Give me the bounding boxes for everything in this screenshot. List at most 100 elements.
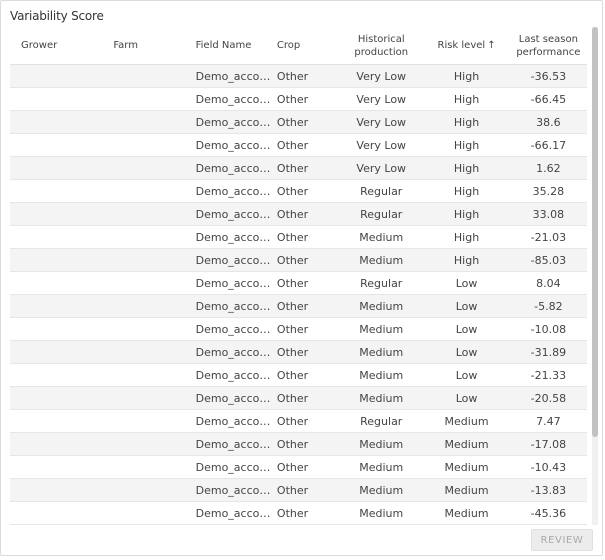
cell-last-season-performance: -10.43 — [509, 455, 587, 479]
table-row[interactable]: Demo_accou… Other Very Low High -36.53 — [10, 64, 587, 88]
table-row[interactable]: Demo_accou… Other Medium Medium -10.43 — [10, 455, 587, 479]
column-header-crop[interactable]: Crop — [276, 27, 340, 65]
cell-field-name: Demo_accou… — [194, 317, 277, 341]
cell-grower — [10, 455, 104, 479]
table-row[interactable]: Demo_accou… Other Very Low High -66.17 — [10, 133, 587, 157]
table-row[interactable]: Demo_accou… Other Medium High -21.03 — [10, 225, 587, 249]
table-scroll-area[interactable]: Grower Farm Field Name Crop Historical p… — [10, 27, 591, 525]
cell-grower — [10, 317, 104, 341]
cell-risk-level: High — [423, 202, 510, 226]
cell-crop: Other — [276, 317, 340, 341]
table-row[interactable]: Demo_accou… Other Regular High 33.08 — [10, 202, 587, 226]
cell-last-season-performance: -17.08 — [509, 432, 587, 456]
cell-last-season-performance: -66.45 — [509, 87, 587, 111]
table-row[interactable]: Demo_accou… Other Medium High -85.03 — [10, 248, 587, 272]
column-header-farm[interactable]: Farm — [103, 27, 195, 65]
cell-historical-production: Medium — [339, 386, 424, 410]
cell-crop: Other — [276, 202, 340, 226]
cell-field-name: Demo_accou… — [194, 409, 277, 433]
cell-crop: Other — [276, 64, 340, 88]
cell-historical-production: Medium — [339, 432, 424, 456]
cell-last-season-performance: -85.03 — [509, 248, 587, 272]
cell-grower — [10, 409, 104, 433]
table-row[interactable]: Demo_accou… Other Regular Low 8.04 — [10, 271, 587, 295]
cell-farm — [103, 271, 195, 295]
cell-farm — [103, 317, 195, 341]
table-row[interactable]: Demo_accou… Other Medium Low -21.33 — [10, 363, 587, 387]
table-row[interactable]: Demo_accou… Other Medium Low -31.89 — [10, 340, 587, 364]
cell-field-name: Demo_accou… — [194, 432, 277, 456]
cell-last-season-performance: -45.36 — [509, 501, 587, 525]
cell-field-name: Demo_accou… — [194, 64, 277, 88]
cell-crop: Other — [276, 386, 340, 410]
cell-last-season-performance: -10.08 — [509, 317, 587, 341]
cell-farm — [103, 478, 195, 502]
column-header-grower[interactable]: Grower — [10, 27, 104, 65]
cell-risk-level: Low — [423, 386, 510, 410]
cell-grower — [10, 110, 104, 134]
table-row[interactable]: Demo_accou… Other Medium Medium -13.83 — [10, 478, 587, 502]
cell-grower — [10, 478, 104, 502]
review-button[interactable]: REVIEW — [531, 529, 593, 551]
column-header-risk-level[interactable]: Risk level ↑ — [423, 27, 510, 65]
cell-last-season-performance: -36.53 — [509, 64, 587, 88]
column-header-historical-production[interactable]: Historical production — [339, 27, 424, 65]
cell-grower — [10, 340, 104, 364]
cell-risk-level: Low — [423, 363, 510, 387]
cell-historical-production: Very Low — [339, 133, 424, 157]
cell-historical-production: Medium — [339, 501, 424, 525]
cell-historical-production: Regular — [339, 271, 424, 295]
cell-farm — [103, 455, 195, 479]
cell-crop: Other — [276, 478, 340, 502]
vertical-scrollbar[interactable] — [592, 27, 598, 525]
column-header-label: Historical — [357, 33, 405, 45]
cell-risk-level: High — [423, 179, 510, 203]
column-header-label: Farm — [113, 40, 138, 51]
cell-last-season-performance: 35.28 — [509, 179, 587, 203]
column-header-field-name[interactable]: Field Name — [194, 27, 277, 65]
cell-historical-production: Medium — [339, 478, 424, 502]
cell-risk-level: Low — [423, 340, 510, 364]
cell-field-name: Demo_accou… — [194, 179, 277, 203]
cell-crop: Other — [276, 363, 340, 387]
sort-ascending-icon[interactable]: ↑ — [487, 40, 495, 51]
cell-risk-level: Medium — [423, 455, 510, 479]
table-row[interactable]: Demo_accou… Other Medium Low -20.58 — [10, 386, 587, 410]
scrollbar-thumb[interactable] — [592, 27, 598, 437]
cell-farm — [103, 294, 195, 318]
cell-farm — [103, 501, 195, 525]
table-row[interactable]: Demo_accou… Other Very Low High -66.45 — [10, 87, 587, 111]
cell-grower — [10, 87, 104, 111]
table-row[interactable]: Demo_accou… Other Very Low High 1.62 — [10, 156, 587, 180]
column-header-last-season-performance[interactable]: Last season performance — [509, 27, 587, 65]
cell-historical-production: Medium — [339, 363, 424, 387]
table-row[interactable]: Demo_accou… Other Medium Low -5.82 — [10, 294, 587, 318]
cell-risk-level: High — [423, 248, 510, 272]
table-row[interactable]: Demo_accou… Other Regular High 35.28 — [10, 179, 587, 203]
cell-grower — [10, 133, 104, 157]
cell-farm — [103, 409, 195, 433]
cell-grower — [10, 294, 104, 318]
cell-crop: Other — [276, 179, 340, 203]
column-header-label: production — [354, 46, 409, 58]
table-row[interactable]: Demo_accou… Other Very Low High 38.6 — [10, 110, 587, 134]
column-header-label: performance — [516, 46, 581, 58]
cell-field-name: Demo_accou… — [194, 363, 277, 387]
cell-risk-level: Medium — [423, 501, 510, 525]
cell-crop: Other — [276, 271, 340, 295]
table-row[interactable]: Demo_accou… Other Regular Medium 7.47 — [10, 409, 587, 433]
table-row[interactable]: Demo_accou… Other Medium Low -10.08 — [10, 317, 587, 341]
cell-grower — [10, 363, 104, 387]
cell-farm — [103, 110, 195, 134]
cell-field-name: Demo_accou… — [194, 156, 277, 180]
cell-grower — [10, 432, 104, 456]
cell-crop: Other — [276, 248, 340, 272]
cell-historical-production: Medium — [339, 340, 424, 364]
table-row[interactable]: Demo_accou… Other Medium Medium -45.36 — [10, 501, 587, 525]
cell-last-season-performance: -31.89 — [509, 340, 587, 364]
cell-last-season-performance: 38.6 — [509, 110, 587, 134]
cell-historical-production: Medium — [339, 248, 424, 272]
cell-crop: Other — [276, 294, 340, 318]
table-row[interactable]: Demo_accou… Other Medium Medium -17.08 — [10, 432, 587, 456]
cell-grower — [10, 156, 104, 180]
